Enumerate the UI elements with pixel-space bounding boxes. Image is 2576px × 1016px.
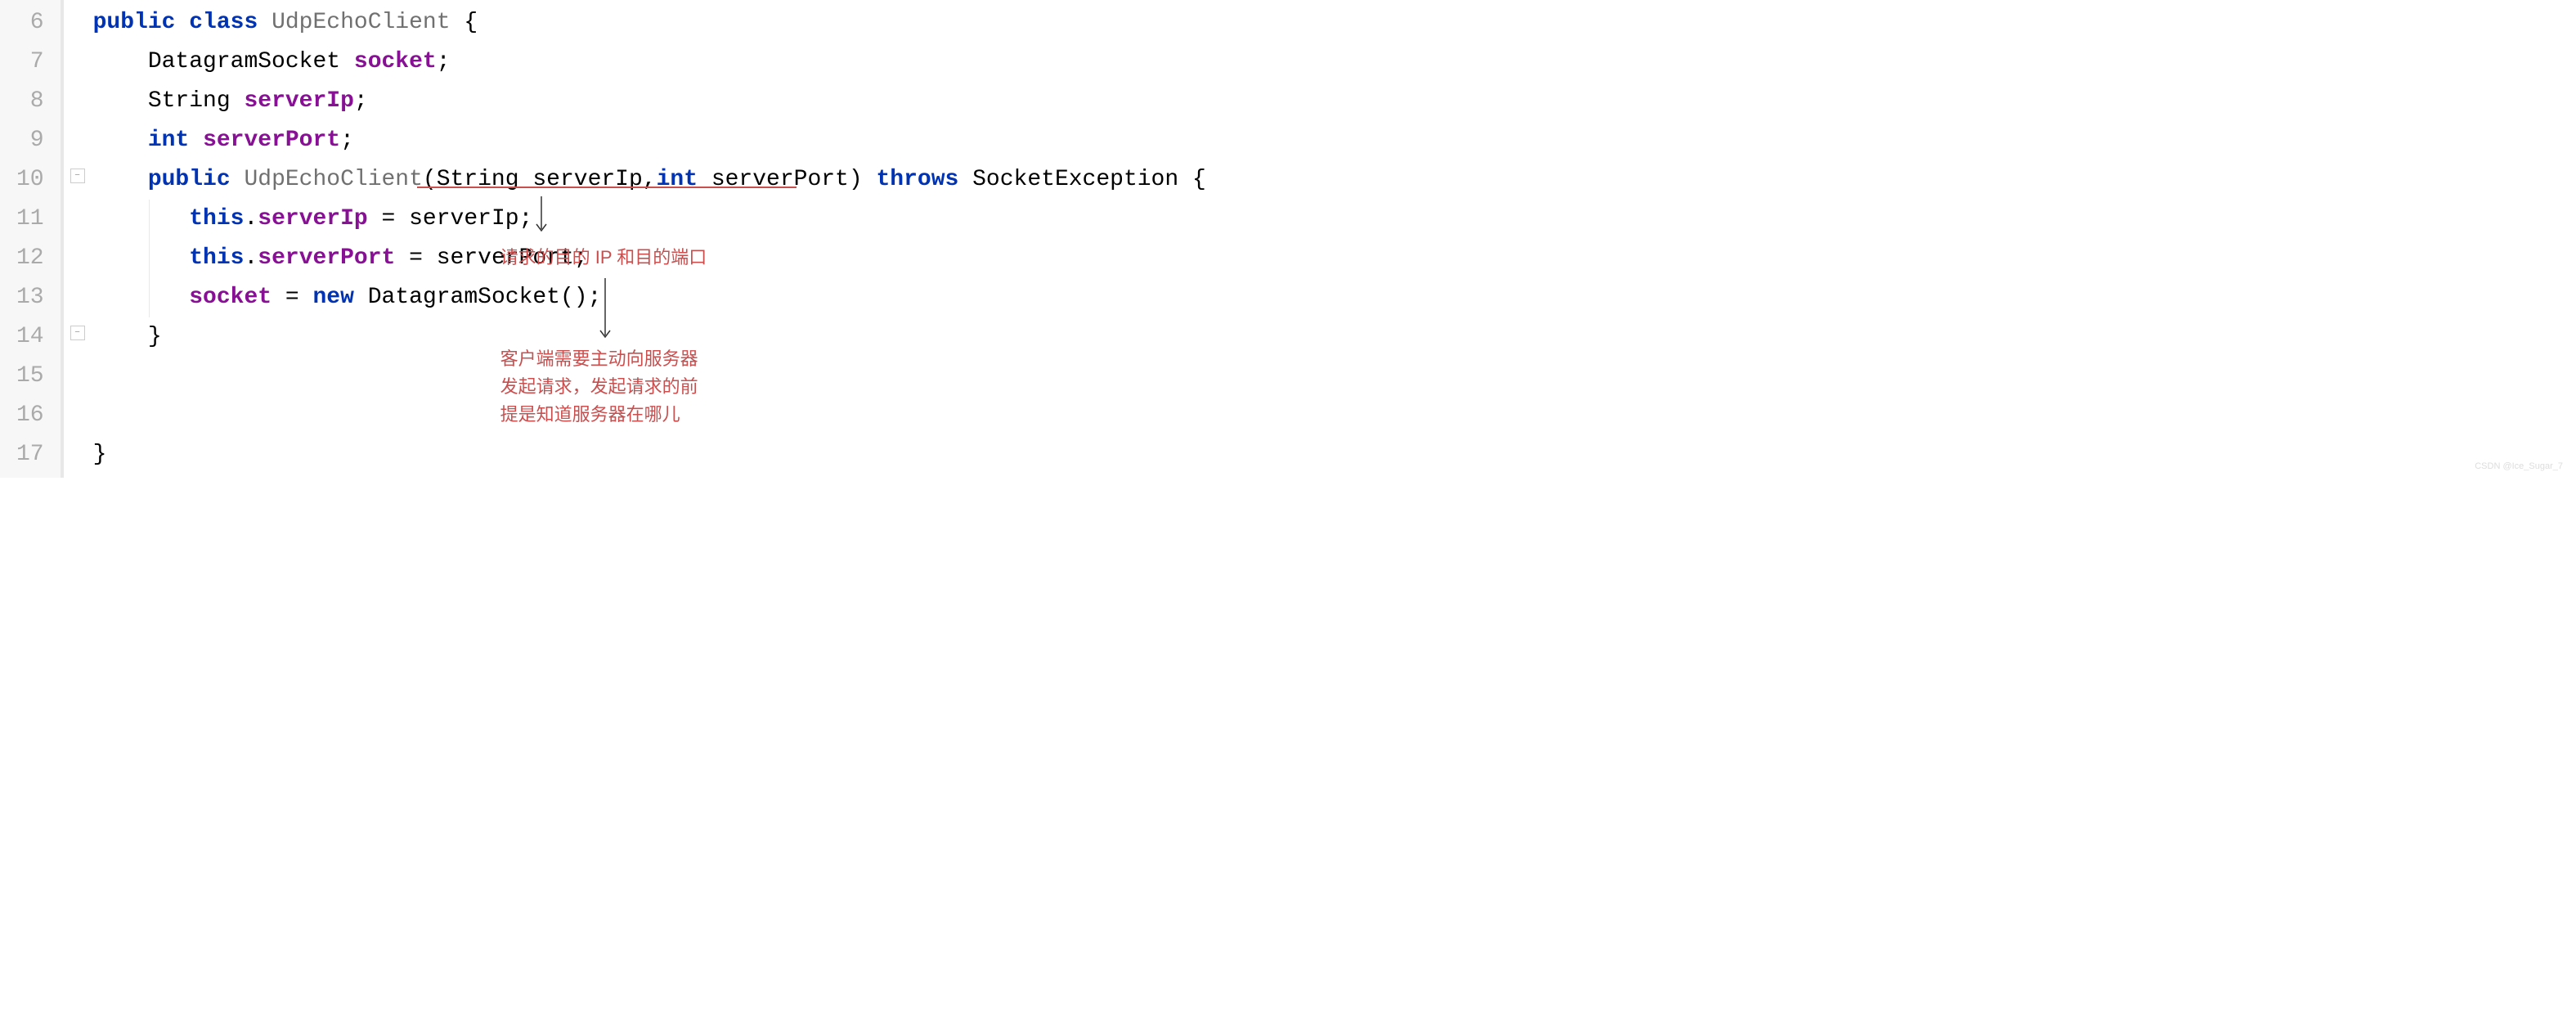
annotation-text: 客户端需要主动向服务器 发起请求，发起请求的前 提是知道服务器在哪儿: [500, 345, 698, 429]
code-editor: 6 7 8 9 10 11 12 13 14 15 16 17 − − publ…: [0, 0, 2576, 478]
code-line: String serverIp;: [93, 82, 2576, 121]
line-number: 12: [16, 239, 44, 278]
red-underline: [417, 187, 797, 188]
code-line: }: [93, 435, 2576, 474]
code-line: [93, 396, 2576, 435]
code-line: int serverPort;: [93, 121, 2576, 160]
code-line: public class UdpEchoClient {: [93, 3, 2576, 43]
line-number: 11: [16, 200, 44, 239]
code-line: socket = new DatagramSocket();: [93, 278, 2576, 317]
fold-icon[interactable]: −: [70, 169, 85, 183]
line-number: 13: [16, 278, 44, 317]
code-line: this.serverIp = serverIp;: [93, 200, 2576, 239]
fold-icon[interactable]: −: [70, 326, 85, 340]
watermark: CSDN @Ice_Sugar_7: [2475, 461, 2563, 471]
fold-gutter: − −: [64, 0, 93, 478]
code-line: [93, 357, 2576, 396]
line-number: 14: [16, 317, 44, 357]
line-number: 17: [16, 435, 44, 474]
code-line: }: [93, 317, 2576, 357]
line-number: 7: [16, 43, 44, 82]
line-number: 10: [16, 160, 44, 200]
arrow-down-icon: [597, 276, 613, 342]
code-line: DatagramSocket socket;: [93, 43, 2576, 82]
line-number: 16: [16, 396, 44, 435]
line-number: 6: [16, 3, 44, 43]
line-number: 8: [16, 82, 44, 121]
code-area[interactable]: public class UdpEchoClient { DatagramSoc…: [93, 0, 2576, 478]
code-line: this.serverPort = serverPort;: [93, 239, 2576, 278]
line-number: 9: [16, 121, 44, 160]
code-line: public UdpEchoClient(String serverIp,int…: [93, 160, 2576, 200]
line-number-gutter: 6 7 8 9 10 11 12 13 14 15 16 17: [0, 0, 64, 478]
line-number: 15: [16, 357, 44, 396]
annotation-text: 请求的目的 IP 和目的端口: [500, 244, 707, 272]
arrow-down-icon: [533, 195, 550, 236]
